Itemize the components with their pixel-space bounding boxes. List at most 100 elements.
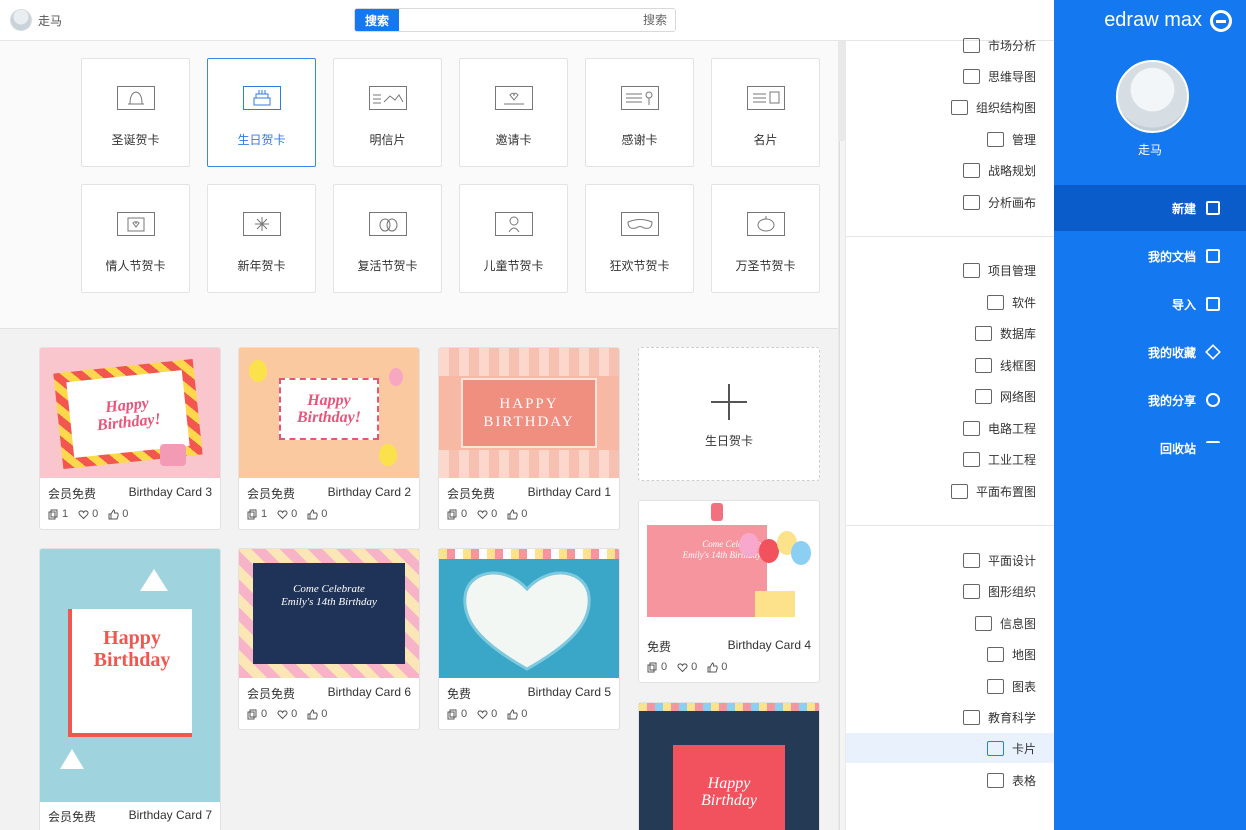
copy-stat[interactable]: 1 xyxy=(247,508,267,520)
catlist-item[interactable]: 电路工程 xyxy=(962,418,1036,438)
catlist-item[interactable]: 线框图 xyxy=(974,355,1036,375)
postcard-icon xyxy=(369,86,407,110)
mind-map-icon xyxy=(962,68,980,84)
nav-label: 我的文档 xyxy=(1147,249,1196,264)
catlist-item[interactable]: 思维导图 xyxy=(962,66,1036,86)
copy-count: 0 xyxy=(661,661,668,673)
catlist-item[interactable]: 网络图 xyxy=(974,386,1036,406)
template-card[interactable]: Happy Birthday Birthday Card 7 会员免费 xyxy=(39,548,221,830)
template-price: 免费 xyxy=(647,640,672,654)
category-easter-card[interactable]: 复活节贺卡 xyxy=(333,184,442,293)
template-card[interactable]: HAPPY BIRTHDAY Birthday Card 1 会员免费 0 0 … xyxy=(438,347,620,530)
thumbs-up-icon xyxy=(108,508,119,519)
documents-icon xyxy=(1206,249,1220,263)
like-stat[interactable]: 0 xyxy=(307,508,327,520)
catlist-item[interactable]: 图表 xyxy=(986,676,1036,696)
template-card[interactable]: Happy Birthday xyxy=(638,702,820,830)
catlist-item-selected[interactable]: 卡片 xyxy=(986,738,1036,758)
like-stat[interactable]: 0 xyxy=(108,508,128,520)
catlist-label: 分析画布 xyxy=(987,195,1036,210)
catlist-item[interactable]: 平面布置图 xyxy=(950,481,1036,501)
user-name: 走马 xyxy=(38,13,63,28)
catlist-item[interactable]: 软件 xyxy=(986,292,1036,312)
favorite-stat[interactable]: 0 xyxy=(78,508,98,520)
category-postcard[interactable]: 明信片 xyxy=(333,58,442,167)
user-mini[interactable]: 走马 xyxy=(10,9,62,31)
template-card[interactable]: Happy Birthday! Birthday Card 3 会员免费 1 0… xyxy=(39,347,221,530)
avatar[interactable] xyxy=(10,9,32,31)
new-blank-card-tile[interactable]: 生日贺卡 xyxy=(638,347,820,481)
category-childrens-day-card[interactable]: 儿童节贺卡 xyxy=(459,184,568,293)
catlist-item[interactable]: 管理 xyxy=(986,129,1036,149)
vertical-scrollbar[interactable] xyxy=(838,41,846,830)
card-heading: Come Celebrate xyxy=(293,583,365,595)
category-new-year-card[interactable]: 新年贺卡 xyxy=(207,184,316,293)
copy-stat[interactable]: 0 xyxy=(447,508,467,520)
search-button[interactable]: 搜索 xyxy=(355,9,399,31)
thumbs-up-icon xyxy=(307,508,318,519)
wireframe-icon xyxy=(974,357,992,373)
search-input[interactable] xyxy=(399,9,675,31)
nav-favorites[interactable]: 我的收藏 xyxy=(1054,329,1246,375)
copy-count: 0 xyxy=(261,708,268,720)
nav-import[interactable]: 导入 xyxy=(1054,281,1246,327)
catlist-item[interactable]: 图形组织 xyxy=(962,581,1036,601)
like-stat[interactable]: 0 xyxy=(707,661,727,673)
template-meta: Birthday Card 2 会员免费 1 0 0 xyxy=(239,479,419,529)
category-thank-card[interactable]: 感谢卡 xyxy=(585,58,694,167)
category-carnival-card[interactable]: 狂欢节贺卡 xyxy=(585,184,694,293)
card-title-line2: Birthday xyxy=(93,649,171,671)
like-count: 0 xyxy=(521,708,528,720)
database-icon xyxy=(974,325,992,341)
favorite-count: 0 xyxy=(291,508,298,520)
catlist-item[interactable]: 组织结构图 xyxy=(950,97,1036,117)
favorite-stat[interactable]: 0 xyxy=(677,661,697,673)
copy-stat[interactable]: 0 xyxy=(647,661,667,673)
catlist-item[interactable]: 分析画布 xyxy=(962,192,1036,212)
favorite-stat[interactable]: 0 xyxy=(277,708,297,720)
favorite-count: 0 xyxy=(291,708,298,720)
catlist-item[interactable]: 战略规划 xyxy=(962,160,1036,180)
nav-recycle-bin[interactable]: 回收站 xyxy=(1054,425,1246,471)
category-invitation[interactable]: 邀请卡 xyxy=(459,58,568,167)
catlist-item[interactable]: 地图 xyxy=(986,644,1036,664)
brand: edraw max xyxy=(1104,9,1232,32)
catlist-item[interactable]: 表格 xyxy=(986,770,1036,790)
copy-stat[interactable]: 1 xyxy=(48,508,68,520)
copy-stat[interactable]: 0 xyxy=(247,708,267,720)
template-card[interactable]: Birthday Card 5 免费 0 0 0 xyxy=(438,548,620,730)
category-birthday-card[interactable]: 生日贺卡 xyxy=(207,58,316,167)
catlist-item[interactable]: 教育科学 xyxy=(962,707,1036,727)
user-avatar[interactable] xyxy=(1116,60,1189,133)
new-tile-label: 生日贺卡 xyxy=(704,434,753,448)
catlist-item[interactable]: 项目管理 xyxy=(962,260,1036,280)
heart-frame xyxy=(463,571,591,671)
catlist-item[interactable]: 信息图 xyxy=(974,613,1036,633)
catlist-item[interactable]: 市场分析 xyxy=(962,35,1036,55)
template-card[interactable]: Come Celebrate Emily's 14th Birthday Bir… xyxy=(238,548,420,730)
like-count: 0 xyxy=(321,708,328,720)
nav-new[interactable]: 新建 xyxy=(1054,185,1246,231)
like-count: 0 xyxy=(521,508,528,520)
catlist-item[interactable]: 平面设计 xyxy=(962,550,1036,570)
favorite-stat[interactable]: 0 xyxy=(477,508,497,520)
category-halloween-card[interactable]: 万圣节贺卡 xyxy=(711,184,820,293)
copy-stat[interactable]: 0 xyxy=(447,708,467,720)
category-business-card[interactable]: 名片 xyxy=(711,58,820,167)
nav-my-documents[interactable]: 我的文档 xyxy=(1054,233,1246,279)
category-label: 圣诞贺卡 xyxy=(111,133,160,147)
template-card[interactable]: Happy Birthday! Birthday Card 2 会员免费 1 0… xyxy=(238,347,420,530)
template-card[interactable]: Come Celebrate Emily's 14th Birthday Bir… xyxy=(638,500,820,683)
catlist-label: 项目管理 xyxy=(987,263,1036,278)
favorite-stat[interactable]: 0 xyxy=(477,708,497,720)
scrollbar-thumb[interactable] xyxy=(839,141,845,830)
catlist-item[interactable]: 数据库 xyxy=(974,323,1036,343)
like-stat[interactable]: 0 xyxy=(507,508,527,520)
category-christmas-card[interactable]: 圣诞贺卡 xyxy=(81,58,190,167)
like-stat[interactable]: 0 xyxy=(307,708,327,720)
nav-shares[interactable]: 我的分享 xyxy=(1054,377,1246,423)
favorite-stat[interactable]: 0 xyxy=(277,508,297,520)
category-valentine-card[interactable]: 情人节贺卡 xyxy=(81,184,190,293)
catlist-item[interactable]: 工业工程 xyxy=(962,449,1036,469)
like-stat[interactable]: 0 xyxy=(507,708,527,720)
